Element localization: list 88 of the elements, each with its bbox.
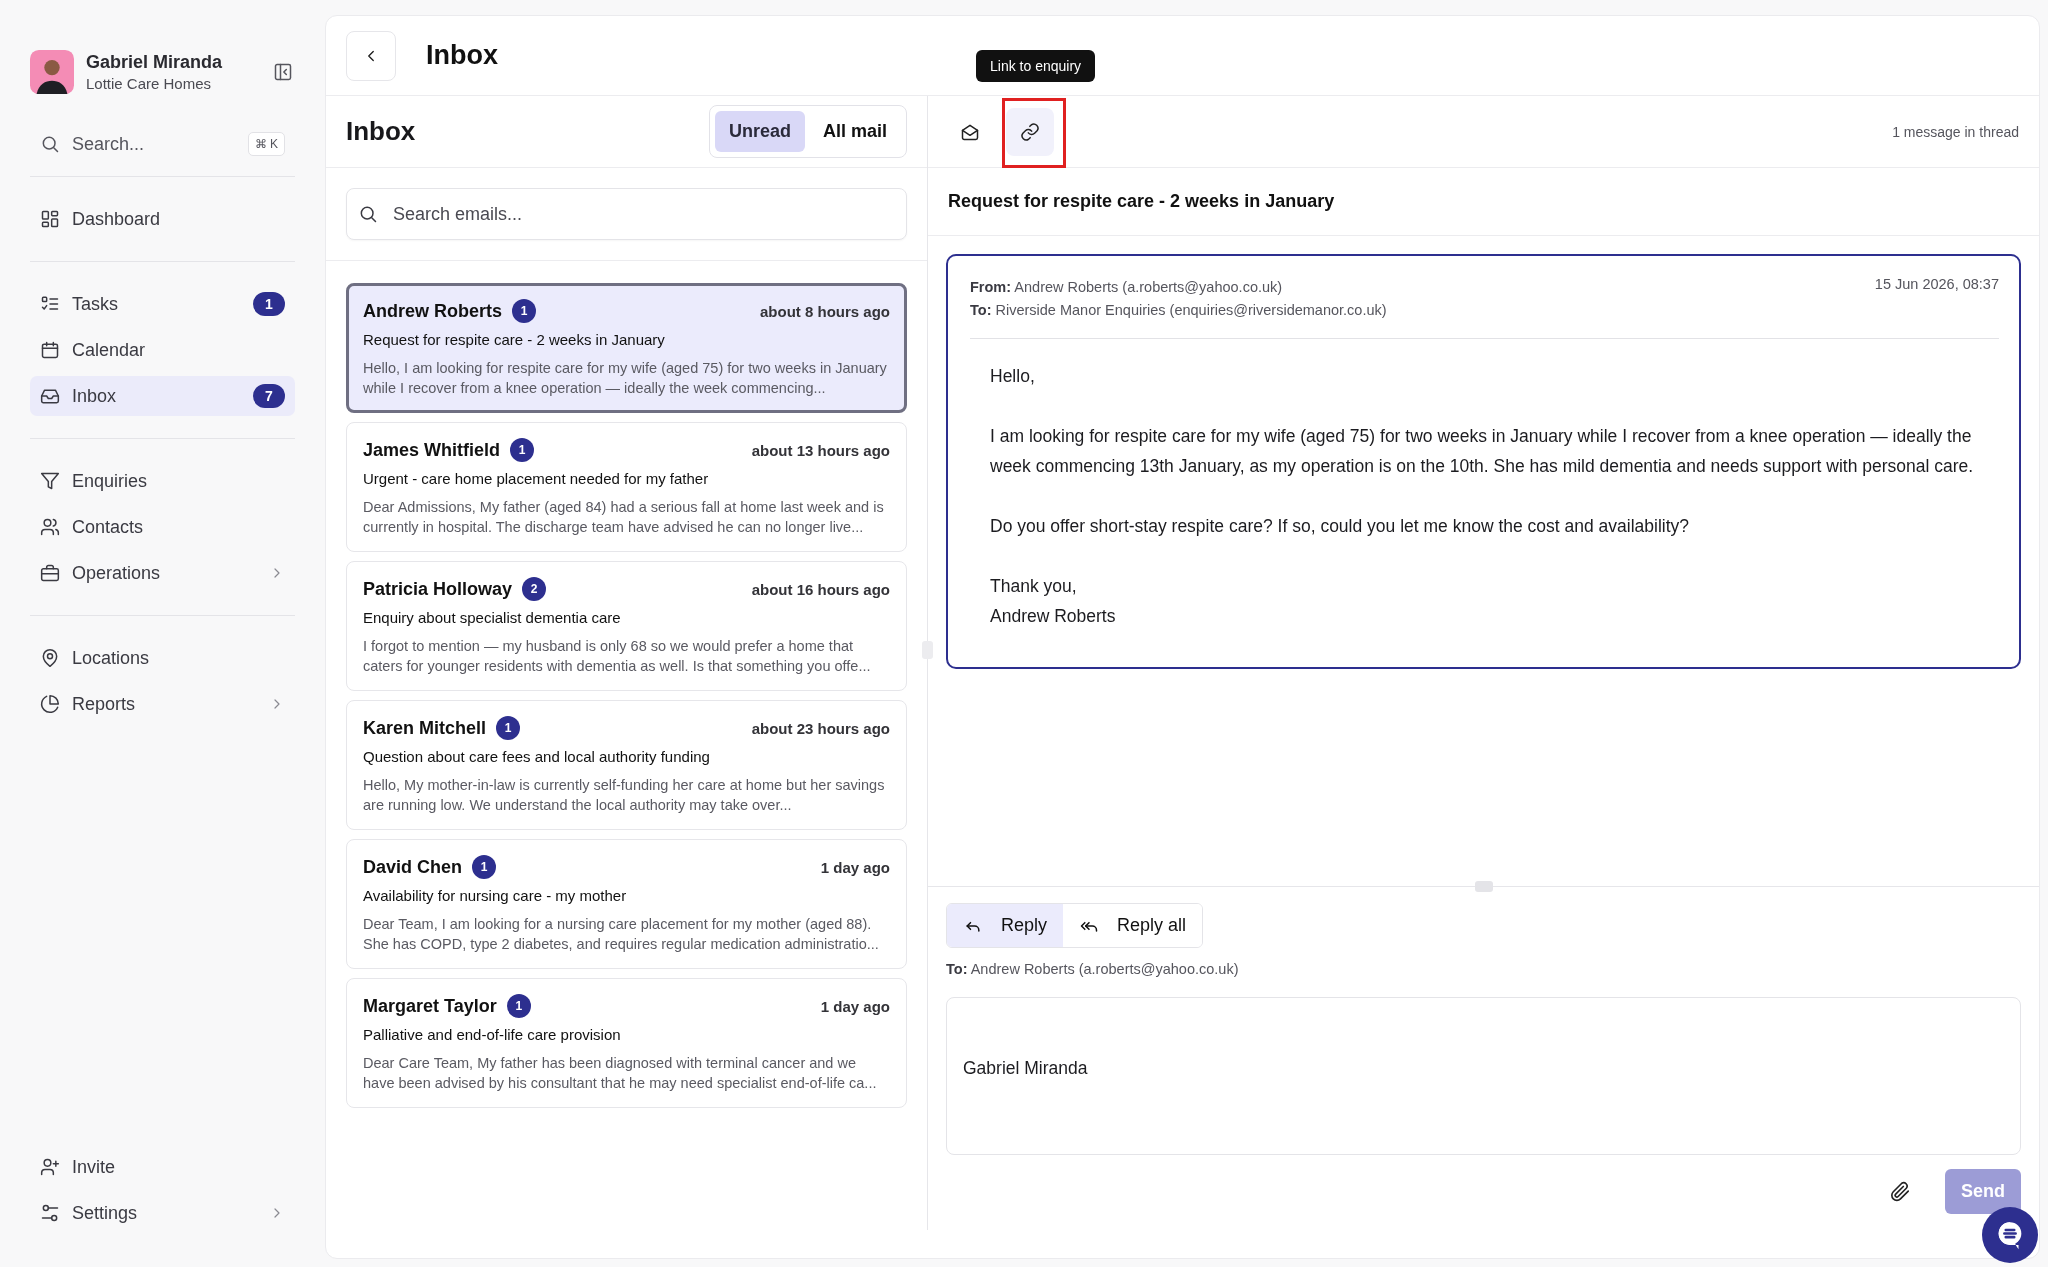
subject: Request for respite care - 2 weeks in January (363, 331, 666, 348)
tooltip: Link to enquiry (976, 49, 1096, 82)
nav-item[interactable]: Contacts (30, 507, 295, 547)
timestamp: about 23 hours ago (751, 719, 890, 737)
nav-item[interactable]: Enquiries (30, 461, 295, 501)
timestamp: 1 day ago (820, 858, 890, 876)
resize-handle[interactable] (1474, 881, 1493, 892)
sender-name: James Whitfield (363, 439, 501, 461)
nav-item[interactable]: Settings (30, 1193, 295, 1233)
header-line: To: Andrew Roberts (a.roberts@yahoo.co.uk) (946, 960, 1240, 979)
pie-chart-icon (40, 694, 60, 714)
count-badge: 1 (506, 994, 531, 1018)
header-line: From: Andrew Roberts (a.roberts@yahoo.co.uk) (970, 278, 1284, 297)
inbox-icon (40, 386, 60, 406)
count-badge: 1 (472, 855, 497, 879)
avatar (30, 50, 74, 94)
count-badge: 7 (253, 384, 285, 408)
highlight-frame (1002, 97, 1066, 168)
paperclip-icon (1889, 1180, 1911, 1203)
subject: Urgent - care home placement needed for my father (363, 470, 710, 487)
preview-text: Hello, I am looking for respite care for my wife (aged 75) for two weeks in January while I recover from a knee operation — ideally the week commencing... (363, 359, 888, 398)
timestamp: about 8 hours ago (760, 302, 890, 320)
search-icon (358, 204, 378, 224)
body-text: Andrew Roberts (990, 605, 1117, 628)
preview-text: Dear Team, I am looking for a nursing care placement for my mother (aged 88). She has COPD, type 2 diabetes, and requires regular medication administratio... (363, 915, 880, 954)
count-badge: 1 (512, 299, 537, 323)
organization-name: Lottie Care Homes (86, 75, 213, 92)
sidebar-toggle-icon (273, 62, 293, 82)
email-subject: Request for respite care - 2 weeks in January (948, 191, 1335, 212)
dashboard-icon (40, 209, 60, 229)
count-badge: 1 (510, 438, 535, 462)
contacts-icon (40, 517, 60, 537)
sender-name: Patricia Holloway (363, 578, 513, 600)
link-icon (1020, 121, 1040, 142)
calendar-icon (40, 340, 60, 360)
settings-icon (40, 1203, 60, 1223)
filter-tab[interactable]: All mail (808, 111, 901, 152)
message-card[interactable] (346, 283, 907, 413)
count-badge: 1 (253, 292, 285, 316)
body-text: I am looking for respite care for my wife (aged 75) for two weeks in January while I recover from a knee operation — ideally the week commencing 13th January, as my operation is on the 10th. She has mild dementia and needs support with personal care. (990, 425, 1975, 478)
nav-item[interactable]: Tasks 1 (30, 284, 295, 324)
subject: Question about care fees and local authority funding (363, 748, 711, 765)
subject: Enquiry about specialist dementia care (363, 609, 622, 626)
keyboard-shortcut: ⌘ K (247, 132, 285, 156)
filter-icon (40, 471, 60, 491)
body-text: Hello, (990, 365, 1036, 388)
add-user-icon (40, 1157, 60, 1177)
subject: Palliative and end-of-life care provision (363, 1026, 622, 1043)
body-text: Do you offer short-stay respite care? If so, could you let me know the cost and availability? (990, 515, 1691, 538)
nav-item[interactable]: Dashboard (30, 199, 295, 239)
preview-text: I forgot to mention — my husband is only 68 so we would prefer a home that caters for younger residents with dementia as well. Is that something you offe... (363, 637, 872, 676)
nav-item[interactable]: Calendar (30, 330, 295, 370)
subject: Availability for nursing care - my mother (363, 887, 628, 904)
body-text: Thank you, (990, 575, 1078, 598)
timestamp: 1 day ago (820, 997, 890, 1015)
sender-name: Margaret Taylor (363, 995, 497, 1017)
search-field[interactable]: Search... ⌘ K (30, 122, 295, 166)
page-title: Inbox (426, 40, 498, 71)
count-badge: 1 (496, 716, 521, 740)
preview-text: Hello, My mother-in-law is currently self-funding her care at home but her savings are running low. We understand the local authority may take over... (363, 776, 886, 815)
timestamp: about 13 hours ago (751, 441, 890, 459)
email-date: 15 Jun 2026, 08:37 (1874, 276, 1999, 292)
preview-text: Dear Care Team, My father has been diagnosed with terminal cancer and we have been advised by his consultant that he may need specialist end-of-life ca... (363, 1054, 878, 1093)
nav-item[interactable]: Reports (30, 684, 295, 724)
sender-name: Andrew Roberts (363, 300, 503, 322)
sender-name: David Chen (363, 856, 463, 878)
signature-text: Gabriel Miranda (963, 1058, 1089, 1079)
preview-text: Dear Admissions, My father (aged 84) had a serious fall at home last week and is currently in hospital. The discharge team have advised he can no longer live... (363, 498, 885, 537)
reply-button[interactable]: Reply (947, 904, 1064, 947)
briefcase-icon (40, 563, 60, 583)
nav-item[interactable]: Invite (30, 1147, 295, 1187)
filter-tab[interactable]: Unread (714, 111, 805, 152)
resize-handle[interactable] (922, 641, 933, 659)
timestamp: about 16 hours ago (751, 580, 890, 598)
nav-item[interactable]: Operations (30, 553, 295, 593)
search-icon (40, 134, 60, 154)
user-name: Gabriel Miranda (86, 52, 224, 73)
compose-field[interactable]: Gabriel Miranda (946, 997, 2021, 1155)
link-button[interactable] (1006, 107, 1054, 156)
search-field[interactable]: Search emails... (346, 188, 907, 240)
list-title: Inbox (346, 116, 416, 147)
count-badge: 2 (522, 577, 547, 601)
sender-name: Karen Mitchell (363, 717, 487, 739)
thread-count: 1 message in thread (1892, 123, 2019, 140)
location-pin-icon (40, 648, 60, 668)
nav-item[interactable]: Inbox 7 (30, 376, 295, 416)
nav-item[interactable]: Locations (30, 638, 295, 678)
header-line: To: Riverside Manor Enquiries (enquiries@riversidemanor.co.uk) (970, 301, 1387, 320)
